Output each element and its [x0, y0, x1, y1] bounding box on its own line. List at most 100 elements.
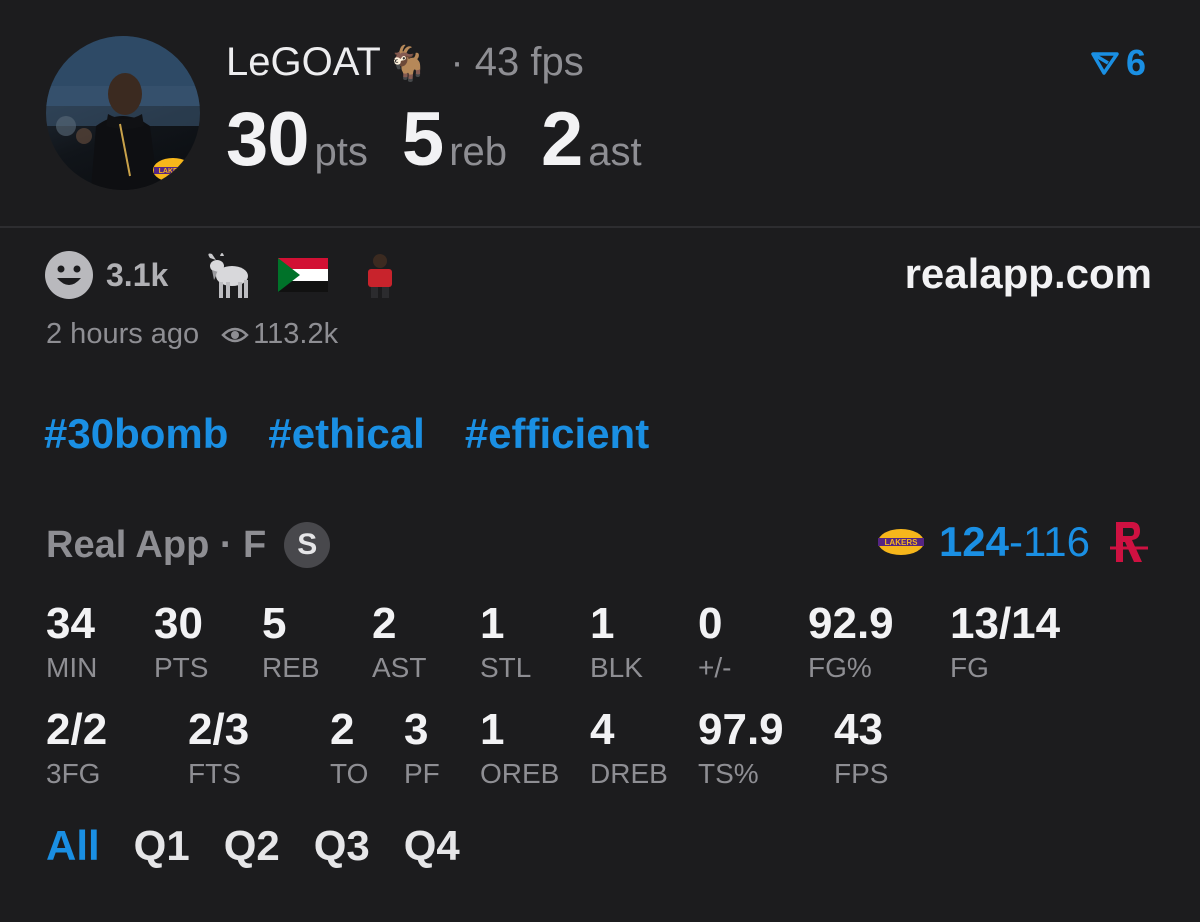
stat-label: MIN — [46, 652, 98, 683]
goat-icon[interactable] — [202, 250, 254, 300]
hashtag[interactable]: #30bomb — [44, 410, 228, 457]
stat-stl: 1 STL — [480, 602, 531, 682]
stat-label: REB — [262, 652, 320, 683]
stat-value: 2/3 — [188, 705, 250, 754]
stat-value: 43 — [834, 705, 883, 754]
away-score: 116 — [1023, 518, 1090, 565]
lakers-logo-badge: LAKERS — [150, 156, 196, 184]
player-name-text: LeGOAT — [226, 40, 381, 84]
stat-value: 34 — [46, 599, 95, 648]
tab-q1[interactable]: Q1 — [134, 822, 190, 869]
smiley-icon[interactable] — [44, 250, 94, 300]
game-label: Real App · F S — [46, 522, 331, 568]
stat-reb: 5 REB — [262, 602, 320, 682]
stat-value: 0 — [698, 599, 723, 648]
headline-pts-unit: pts — [314, 130, 368, 174]
stat-plus-minus: 0 +/- — [698, 602, 731, 682]
tab-all[interactable]: All — [46, 822, 100, 869]
stat-3fg: 2/2 3FG — [46, 708, 107, 788]
stat-value: 5 — [262, 599, 287, 648]
stat-label: FPS — [834, 758, 889, 789]
home-score: 124 — [938, 518, 1010, 565]
game-score[interactable]: LAKERS 124-116 — [875, 518, 1150, 566]
stat-label: STL — [480, 652, 532, 683]
stat-label: AST — [372, 652, 427, 683]
stat-pf: 3 PF — [404, 708, 440, 788]
stat-label: FG% — [808, 652, 872, 683]
stat-value: 1 — [480, 599, 505, 648]
stat-label: OREB — [480, 758, 560, 789]
stat-oreb: 1 OREB — [480, 708, 559, 788]
headline-reb-unit: reb — [449, 130, 507, 174]
game-badge: S — [284, 522, 331, 568]
stat-label: TS% — [698, 758, 759, 789]
rockets-logo-icon — [1110, 522, 1148, 562]
stat-fg-pct: 92.9 FG% — [808, 602, 894, 682]
score-separator: - — [1009, 518, 1024, 565]
headline-stat-line: 30 pts 5 reb 2 ast — [226, 96, 676, 183]
reaction-count[interactable]: 3.1k — [106, 257, 168, 294]
stat-value: 4 — [590, 705, 615, 754]
goat-emoji-icon: 🐐 — [386, 45, 430, 83]
tab-q4[interactable]: Q4 — [404, 822, 460, 869]
stat-min: 34 MIN — [46, 602, 97, 682]
stat-value: 2/2 — [46, 705, 108, 754]
stat-label: TO — [330, 758, 369, 789]
svg-text:LAKERS: LAKERS — [159, 168, 188, 175]
arrow-vote-icon — [1091, 52, 1119, 75]
stat-ast: 2 AST — [372, 602, 426, 682]
hashtag-list: #30bomb #ethical #efficient — [44, 410, 689, 458]
stat-value: 1 — [590, 599, 615, 648]
player-avatar[interactable]: LAKERS — [46, 36, 200, 190]
stat-label: +/- — [698, 652, 732, 683]
stat-value: 30 — [154, 599, 203, 648]
hashtag[interactable]: #efficient — [465, 410, 649, 457]
stat-label: BLK — [590, 652, 643, 683]
stat-fts: 2/3 FTS — [188, 708, 249, 788]
player-name[interactable]: LeGOAT 🐐 · 43 fps — [226, 40, 584, 85]
tab-q3[interactable]: Q3 — [314, 822, 370, 869]
headline-pts-value: 30 — [226, 97, 310, 182]
header-divider — [0, 226, 1200, 228]
stat-label: PTS — [154, 652, 209, 683]
view-count: 113.2k — [253, 318, 339, 350]
stat-label: FG — [950, 652, 989, 683]
avatar-icon[interactable] — [362, 252, 398, 298]
stat-label: FTS — [188, 758, 241, 789]
stat-value: 2 — [372, 599, 397, 648]
stat-label: PF — [404, 758, 440, 789]
stat-value: 1 — [480, 705, 505, 754]
vote-button[interactable]: 6 — [1090, 42, 1146, 84]
stat-fps: 43 FPS — [834, 708, 888, 788]
stat-blk: 1 BLK — [590, 602, 643, 682]
headline-ast-unit: ast — [588, 130, 642, 174]
game-status-text: Real App · F — [46, 523, 267, 566]
stat-value: 13/14 — [950, 599, 1061, 648]
hashtag[interactable]: #ethical — [268, 410, 424, 457]
headline-ast-value: 2 — [541, 97, 583, 182]
stat-ts-pct: 97.9 TS% — [698, 708, 784, 788]
stat-value: 92.9 — [808, 599, 894, 648]
stat-fg: 13/14 FG — [950, 602, 1060, 682]
lakers-logo-icon: LAKERS — [877, 529, 924, 555]
stat-value: 97.9 — [698, 705, 784, 754]
stat-to: 2 TO — [330, 708, 368, 788]
stat-label: 3FG — [46, 758, 101, 789]
vote-count: 6 — [1126, 42, 1147, 83]
svg-text:LAKERS: LAKERS — [885, 538, 919, 547]
post-meta: 2 hours ago 113.2k — [46, 318, 338, 351]
stat-pts: 30 PTS — [154, 602, 208, 682]
post-time: 2 hours ago — [46, 318, 200, 350]
site-link[interactable]: realapp.com — [905, 250, 1152, 298]
player-fps-score: · 43 fps — [450, 40, 584, 84]
reaction-row: 3.1k — [44, 250, 398, 300]
quarter-tabs: All Q1 Q2 Q3 Q4 — [46, 822, 494, 870]
stat-label: DREB — [590, 758, 668, 789]
stat-value: 3 — [404, 705, 429, 754]
headline-reb-value: 5 — [401, 97, 444, 182]
stat-value: 2 — [330, 705, 355, 754]
eye-icon — [221, 327, 249, 342]
tab-q2[interactable]: Q2 — [224, 822, 280, 869]
stat-dreb: 4 DREB — [590, 708, 668, 788]
sudan-flag-icon[interactable] — [278, 258, 329, 292]
